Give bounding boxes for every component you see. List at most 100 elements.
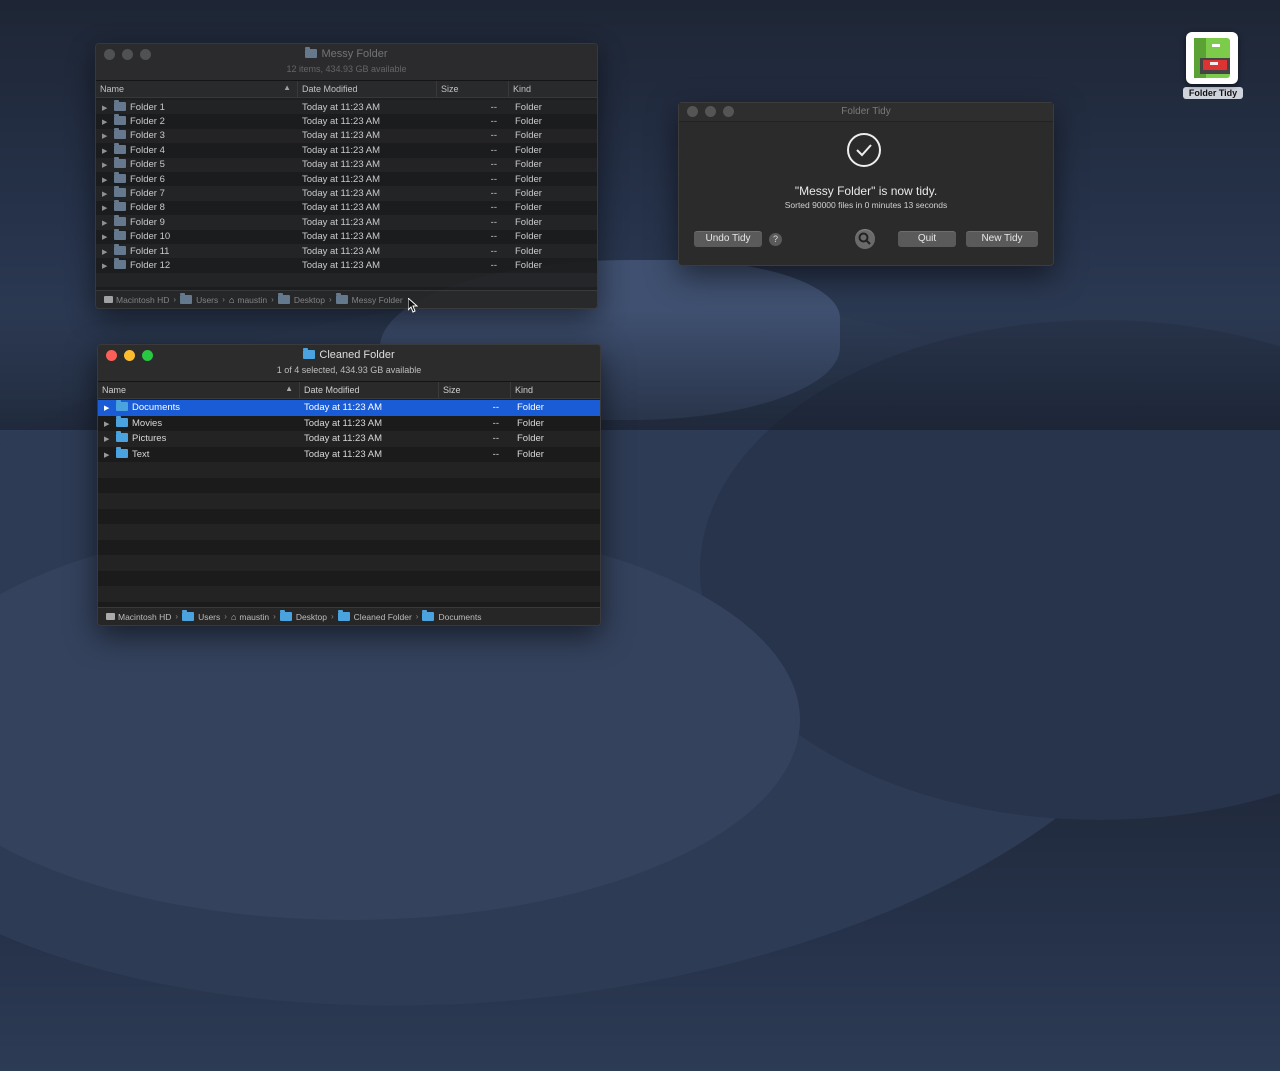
path-item-desktop[interactable]: Desktop [279,610,327,622]
path-item-cleaned-folder[interactable]: Cleaned Folder [337,610,412,622]
column-kind[interactable]: Kind [509,81,597,97]
folder-icon [114,257,126,269]
disclosure-triangle-icon[interactable]: ▶ [102,204,114,212]
title-bar[interactable]: Cleaned Folder 1 of 4 selected, 434.93 G… [98,345,600,382]
list-item[interactable]: ▶ Movies Today at 11:23 AM -- Folder [98,415,600,431]
magnifier-icon[interactable] [855,229,875,249]
folder-icon [422,610,435,621]
quit-button[interactable]: Quit [898,231,956,247]
folder-icon [335,293,348,304]
path-item-macintosh-hd[interactable]: Macintosh HD [104,295,169,305]
column-header: Name ▲ Date Modified Size Kind [98,382,600,399]
messy-folder-window: Messy Folder 12 items, 434.93 GB availab… [95,43,598,309]
list-item[interactable]: ▶ Folder 7 Today at 11:23 AM -- Folder [96,186,597,201]
list-item[interactable]: ▶ Folder 6 Today at 11:23 AM -- Folder [96,171,597,187]
folder-icon [337,610,350,621]
disclosure-triangle-icon[interactable]: ▶ [102,248,114,256]
folder-icon [114,243,126,255]
hard-drive-icon [106,613,115,620]
disclosure-triangle-icon[interactable]: ▶ [102,132,114,140]
disclosure-triangle-icon[interactable]: ▶ [102,118,114,126]
checkmark-icon [847,133,881,167]
path-item-users[interactable]: Users [182,610,220,622]
list-item[interactable]: ▶ Folder 10 Today at 11:23 AM -- Folder [96,229,597,244]
list-item[interactable]: ▶ Pictures Today at 11:23 AM -- Folder [98,431,600,447]
tidy-message: "Messy Folder" is now tidy. [794,184,938,198]
disclosure-triangle-icon[interactable]: ▶ [102,147,114,155]
folder-icon [279,610,292,621]
list-item[interactable]: ▶ Folder 9 Today at 11:23 AM -- Folder [96,214,597,230]
disclosure-triangle-icon[interactable]: ▶ [102,104,114,112]
folder-icon [305,47,318,58]
list-item[interactable]: ▶ Folder 2 Today at 11:23 AM -- Folder [96,114,597,129]
disclosure-triangle-icon[interactable]: ▶ [102,190,114,198]
disclosure-triangle-icon[interactable]: ▶ [104,404,116,412]
filing-cabinet-icon [1186,32,1238,84]
undo-tidy-button[interactable]: Undo Tidy [694,231,762,247]
list-item[interactable]: ▶ Folder 11 Today at 11:23 AM -- Folder [96,243,597,259]
disclosure-triangle-icon[interactable]: ▶ [102,161,114,169]
list-item[interactable]: ▶ Folder 5 Today at 11:23 AM -- Folder [96,157,597,172]
path-item-desktop[interactable]: Desktop [277,293,325,305]
disclosure-triangle-icon[interactable]: ▶ [104,451,116,459]
chevron-right-icon: › [331,612,334,621]
disclosure-triangle-icon[interactable]: ▶ [102,176,114,184]
help-button[interactable]: ? [769,233,782,246]
folder-icon [116,400,128,412]
folder-icon [303,348,316,359]
path-item-messy-folder[interactable]: Messy Folder [335,293,403,305]
folder-icon [182,610,195,621]
new-tidy-button[interactable]: New Tidy [966,231,1038,247]
folder-icon [116,431,128,443]
file-list: ▶ Documents Today at 11:23 AM -- Folder ▶ Mov… [98,400,600,617]
column-size[interactable]: Size [439,382,511,398]
list-item[interactable]: ▶ Folder 8 Today at 11:23 AM -- Folder [96,200,597,216]
sort-ascending-icon: ▲ [285,384,293,393]
path-item-users[interactable]: Users [180,293,218,305]
cleaned-folder-window: Cleaned Folder 1 of 4 selected, 434.93 G… [97,344,601,626]
hard-drive-icon [104,296,113,303]
disclosure-triangle-icon[interactable]: ▶ [104,435,116,443]
folder-icon [114,229,126,241]
list-item[interactable]: ▶ Folder 1 Today at 11:23 AM -- Folder [96,99,597,115]
column-date[interactable]: Date Modified [298,81,437,97]
disclosure-triangle-icon[interactable]: ▶ [102,219,114,227]
disclosure-triangle-icon[interactable]: ▶ [104,420,116,428]
disclosure-triangle-icon[interactable]: ▶ [102,262,114,270]
column-size[interactable]: Size [437,81,509,97]
list-item[interactable]: ▶ Folder 3 Today at 11:23 AM -- Folder [96,128,597,144]
list-item[interactable]: ▶ Text Today at 11:23 AM -- Folder [98,446,600,462]
path-item-home[interactable]: ⌂ maustin [229,295,267,305]
chevron-right-icon: › [222,295,225,304]
column-kind[interactable]: Kind [511,382,600,398]
column-name[interactable]: Name ▲ [96,81,298,97]
column-header: Name ▲ Date Modified Size Kind [96,81,597,98]
title-bar[interactable]: Folder Tidy [679,103,1053,122]
file-list: ▶ Folder 1 Today at 11:23 AM -- Folder ▶ Fold… [96,99,597,302]
path-item-home[interactable]: ⌂ maustin [231,612,269,622]
folder-icon [116,415,128,427]
disclosure-triangle-icon[interactable]: ▶ [102,233,114,241]
title-bar[interactable]: Messy Folder 12 items, 434.93 GB availab… [96,44,597,81]
window-subtitle: 12 items, 434.93 GB available [286,64,407,74]
folder-icon [114,128,126,140]
folder-icon [114,186,126,198]
home-icon: ⌂ [228,294,235,305]
sort-ascending-icon: ▲ [283,83,291,92]
path-item-documents[interactable]: Documents [422,610,481,622]
home-icon: ⌂ [230,611,237,622]
list-item[interactable]: ▶ Documents Today at 11:23 AM -- Folder [98,400,600,416]
folder-tidy-dialog: Folder Tidy "Messy Folder" is now tidy. … [678,102,1054,266]
chevron-right-icon: › [415,612,419,621]
path-item-macintosh-hd[interactable]: Macintosh HD [106,612,171,622]
list-item[interactable]: ▶ Folder 4 Today at 11:23 AM -- Folder [96,142,597,158]
list-item[interactable]: ▶ Folder 12 Today at 11:23 AM -- Folder [96,257,597,273]
chevron-right-icon: › [271,295,274,304]
column-date[interactable]: Date Modified [300,382,439,398]
window-title: Messy Folder [96,47,597,60]
folder-tidy-desktop-icon[interactable]: Folder Tidy [1183,32,1243,99]
folder-icon [114,214,126,226]
folder-icon [277,293,290,304]
column-name[interactable]: Name ▲ [98,382,300,398]
path-bar: Macintosh HD › Users › ⌂ maustin › Deskto… [98,607,600,625]
